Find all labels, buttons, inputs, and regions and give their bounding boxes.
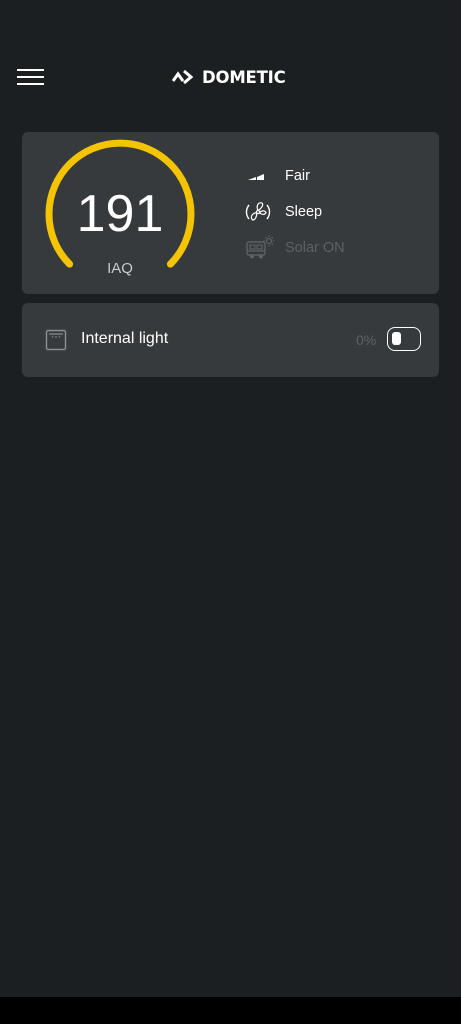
light-toggle[interactable] bbox=[387, 327, 421, 351]
fan-icon bbox=[245, 202, 271, 221]
status-item-solar: Solar ON bbox=[244, 230, 345, 266]
app-screen: DOMETIC 191 IAQ Fair Sleep Solar ON Inte… bbox=[0, 0, 461, 1024]
status-item-air-quality: Fair bbox=[244, 158, 345, 194]
iaq-label: IAQ bbox=[107, 260, 133, 277]
status-label: Sleep bbox=[285, 204, 323, 220]
signal-bars-icon bbox=[248, 174, 264, 180]
brand-name: DOMETIC bbox=[202, 67, 286, 87]
brand-logo: DOMETIC bbox=[172, 65, 286, 89]
system-nav-bar bbox=[0, 997, 461, 1024]
light-panel-icon bbox=[45, 329, 67, 351]
light-percent: 0% bbox=[356, 332, 377, 348]
status-item-fan-mode: Sleep bbox=[244, 194, 345, 230]
iaq-card[interactable]: 191 IAQ Fair Sleep Solar ON bbox=[22, 132, 439, 294]
solar-van-icon bbox=[246, 235, 274, 259]
iaq-value: 191 bbox=[76, 185, 164, 243]
dometic-logo-mark-icon bbox=[172, 69, 194, 85]
toggle-knob bbox=[392, 332, 401, 345]
status-list: Fair Sleep Solar ON bbox=[244, 158, 345, 266]
hamburger-menu-icon bbox=[17, 69, 44, 85]
internal-light-card[interactable]: Internal light 0% bbox=[22, 303, 439, 377]
status-label: Fair bbox=[285, 168, 310, 184]
menu-button[interactable] bbox=[14, 63, 48, 91]
app-header: DOMETIC bbox=[0, 55, 461, 99]
status-label: Solar ON bbox=[285, 240, 345, 256]
internal-light-label: Internal light bbox=[81, 330, 169, 347]
